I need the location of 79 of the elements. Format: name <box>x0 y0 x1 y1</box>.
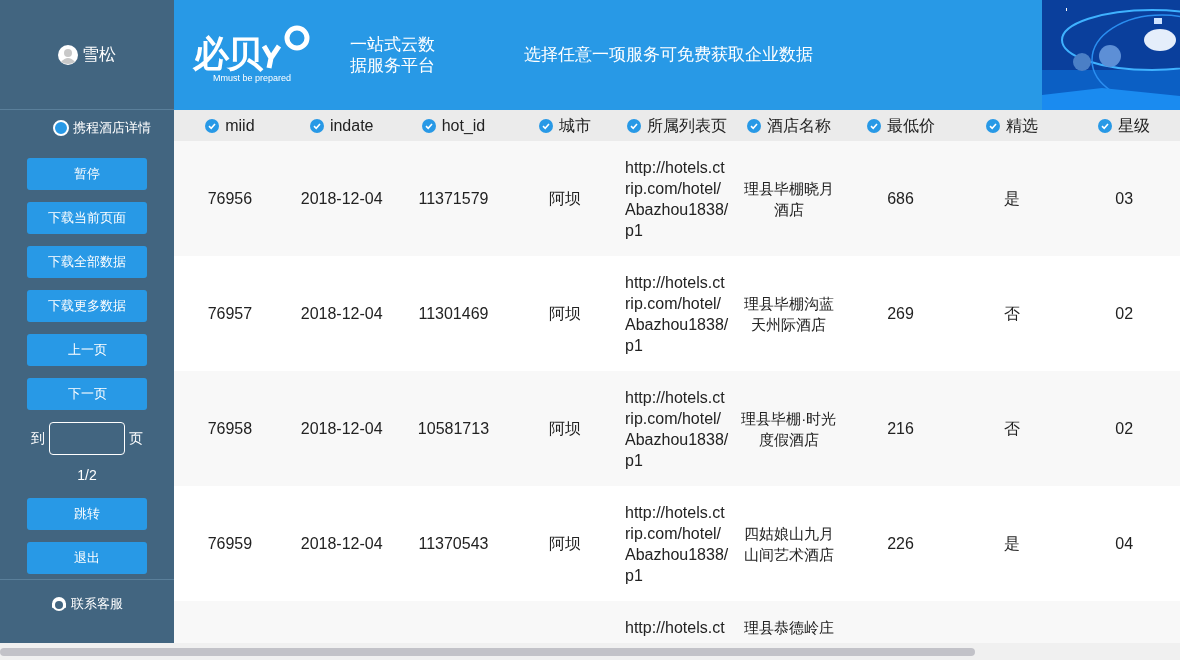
checkbox[interactable] <box>866 118 881 133</box>
table-cell: 76956 <box>207 189 253 207</box>
table-cell: 76959 <box>207 534 253 552</box>
table-cell: 是 <box>1004 189 1021 207</box>
url-cell-text: http://hotels.ct <box>625 618 726 638</box>
table-cell-text: 理县毕棚·时光度假酒店 <box>740 408 837 450</box>
table-cell-text: 理县毕棚晓月酒店 <box>742 178 835 220</box>
column-header: 最低价 <box>886 115 935 136</box>
column-header: indate <box>329 115 374 136</box>
table-cell: 阿坝 <box>549 189 582 207</box>
table-cell: 686 <box>887 189 914 207</box>
url-cell-text: http://hotels.ctrip.com/hotel/Abazhou1838/p1 <box>625 272 729 356</box>
table-cell: 2018-12-04 <box>300 419 383 437</box>
checkbox[interactable] <box>205 118 220 133</box>
sidebar-button[interactable]: 下载全部数据 <box>27 246 147 278</box>
table-cell: 2018-12-04 <box>300 189 383 207</box>
table-cell: 2018-12-04 <box>300 304 383 322</box>
table-cell: 04 <box>1115 534 1134 552</box>
table-cell: 阿坝 <box>549 304 582 322</box>
table-cell: 11301469 <box>418 304 489 322</box>
logo-tagline: Mmust be prepared <box>212 73 291 86</box>
table-cell: 02 <box>1115 419 1134 437</box>
scrollbar-thumb[interactable] <box>0 647 975 656</box>
sidebar-button[interactable]: 下一页 <box>27 378 147 410</box>
table-cell: 02 <box>1115 304 1134 322</box>
table-cell: 否 <box>1004 419 1021 437</box>
table-cell: 是 <box>1004 534 1021 552</box>
url-cell-text: http://hotels.ctrip.com/hotel/Abazhou1838/p1 <box>625 502 729 586</box>
checkbox[interactable] <box>1098 118 1113 133</box>
user-name: 雪松 <box>82 43 116 66</box>
page-info: 1/2 <box>77 466 97 485</box>
url-cell-text: http://hotels.ctrip.com/hotel/Abazhou1838/p1 <box>625 387 729 471</box>
column-header: 精选 <box>1006 115 1039 136</box>
table-cell-text: 四姑娘山九月山间艺术酒店 <box>742 523 835 565</box>
table-cell-text: 理县恭德岭庄 <box>742 618 835 638</box>
contact-link[interactable]: 联系客服 <box>71 594 123 614</box>
table-cell: 11371579 <box>418 189 489 207</box>
table-cell-text: 理县毕棚沟蓝天州际酒店 <box>742 293 835 335</box>
table-cell: 阿坝 <box>549 419 582 437</box>
table-cell: 11370543 <box>418 534 489 552</box>
column-header: 城市 <box>559 115 592 136</box>
checkbox[interactable] <box>746 118 761 133</box>
page-input[interactable] <box>49 422 125 455</box>
table-cell: 76958 <box>207 419 253 437</box>
table-cell: 226 <box>887 534 914 552</box>
banner-text: 选择任意一项服务可免费获取企业数据 <box>524 44 814 67</box>
table-cell: 阿坝 <box>549 534 582 552</box>
table-cell: 76957 <box>207 304 253 322</box>
sidebar-button[interactable]: 下载当前页面 <box>27 202 147 234</box>
checkbox[interactable] <box>309 118 324 133</box>
column-header: 星级 <box>1118 115 1151 136</box>
radio-button[interactable] <box>53 120 69 136</box>
column-header: 酒店名称 <box>766 115 831 136</box>
page-prefix: 到 <box>31 429 45 448</box>
headset-icon <box>51 595 67 612</box>
table-cell: 269 <box>887 304 914 322</box>
table-cell: 216 <box>887 419 914 437</box>
checkbox[interactable] <box>986 118 1001 133</box>
slogan-text: 一站式云数据服务平台 <box>350 33 436 77</box>
table-cell: 10581713 <box>417 419 490 437</box>
sidebar-button[interactable]: 跳转 <box>27 498 147 530</box>
table-cell: 2018-12-04 <box>300 534 383 552</box>
table-cell: 否 <box>1004 304 1021 322</box>
sidebar-button[interactable]: 退出 <box>27 542 147 574</box>
checkbox[interactable] <box>421 118 436 133</box>
source-label: 携程酒店详情 <box>73 119 151 138</box>
table-cell: 03 <box>1115 189 1134 207</box>
column-header: miid <box>225 115 255 136</box>
sidebar-button[interactable]: 下载更多数据 <box>27 290 147 322</box>
column-header: hot_id <box>441 115 486 136</box>
checkbox[interactable] <box>627 118 641 133</box>
page-suffix: 页 <box>129 429 143 448</box>
avatar-icon <box>58 44 78 65</box>
sidebar-button[interactable]: 暂停 <box>27 158 147 190</box>
checkbox[interactable] <box>539 118 554 133</box>
sidebar-button[interactable]: 上一页 <box>27 334 147 366</box>
url-cell-text: http://hotels.ctrip.com/hotel/Abazhou1838/p1 <box>625 157 729 241</box>
logo-text: 必贝 <box>193 36 261 73</box>
column-header: 所属列表页 <box>647 115 727 136</box>
